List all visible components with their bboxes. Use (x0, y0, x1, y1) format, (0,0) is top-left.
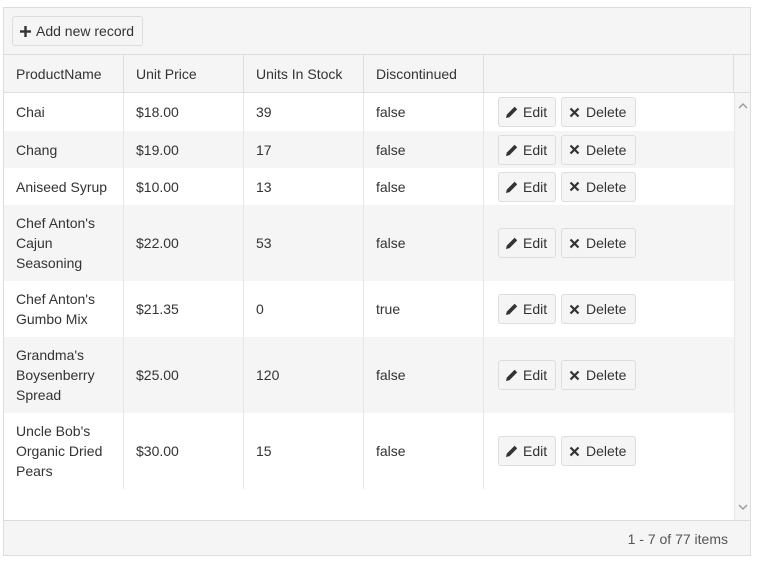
column-header-product-name[interactable]: ProductName (4, 55, 124, 92)
column-header-units-in-stock[interactable]: Units In Stock (244, 55, 364, 92)
edit-button[interactable]: Edit (498, 134, 556, 165)
plus-icon (20, 25, 31, 37)
pencil-icon (506, 106, 518, 118)
edit-label: Edit (523, 367, 548, 383)
cell-units-in-stock: 53 (244, 205, 364, 281)
cell-product-name: Chai (4, 93, 124, 131)
table-row[interactable]: Chef Anton's Cajun Seasoning $22.00 53 f… (4, 205, 734, 281)
pencil-icon (506, 445, 518, 457)
add-new-record-label: Add new record (36, 23, 135, 39)
table-row[interactable]: Grandma's Boysenberry Spread $25.00 120 … (4, 337, 734, 413)
delete-button[interactable]: Delete (561, 97, 636, 127)
table-row[interactable]: Uncle Bob's Organic Dried Pears $30.00 1… (4, 413, 734, 489)
edit-button[interactable]: Edit (498, 436, 556, 466)
cell-units-in-stock: 120 (244, 337, 364, 413)
cell-units-in-stock: 15 (244, 413, 364, 489)
pager-info: 1 - 7 of 77 items (627, 530, 728, 547)
edit-button[interactable]: Edit (498, 228, 556, 258)
pencil-icon (506, 303, 518, 315)
edit-button[interactable]: Edit (498, 171, 556, 202)
delete-label: Delete (586, 178, 627, 195)
delete-button[interactable]: Delete (561, 171, 636, 202)
delete-label: Delete (586, 104, 627, 120)
column-header-label: ProductName (16, 65, 102, 82)
cell-unit-price: $19.00 (124, 131, 244, 168)
products-grid: Add new record ProductName Unit Price Un… (3, 7, 751, 556)
edit-button[interactable]: Edit (498, 360, 556, 390)
edit-button[interactable]: Edit (498, 97, 556, 127)
cell-discontinued: false (364, 93, 484, 131)
cell-unit-price: $25.00 (124, 337, 244, 413)
cell-discontinued: false (364, 168, 484, 205)
cell-product-name: Grandma's Boysenberry Spread (4, 337, 124, 413)
cell-discontinued: false (364, 205, 484, 281)
table-row[interactable]: Aniseed Syrup $10.00 13 false Edit Delet… (4, 168, 734, 205)
delete-label: Delete (586, 301, 627, 317)
close-icon (569, 238, 580, 248)
delete-button[interactable]: Delete (561, 228, 636, 258)
cell-discontinued: false (364, 131, 484, 168)
delete-label: Delete (586, 141, 627, 158)
pencil-icon (506, 144, 518, 156)
column-header-label: Units In Stock (256, 65, 343, 82)
column-header-unit-price[interactable]: Unit Price (124, 55, 244, 92)
column-header-label: Unit Price (136, 65, 197, 82)
cell-product-name: Aniseed Syrup (4, 168, 124, 205)
edit-label: Edit (523, 443, 548, 459)
cell-product-name: Chef Anton's Gumbo Mix (4, 281, 124, 337)
edit-label: Edit (523, 141, 548, 158)
edit-label: Edit (523, 178, 548, 195)
delete-label: Delete (586, 443, 627, 459)
cell-unit-price: $30.00 (124, 413, 244, 489)
cell-unit-price: $10.00 (124, 168, 244, 205)
close-icon (569, 107, 580, 117)
delete-label: Delete (586, 367, 627, 383)
cell-units-in-stock: 17 (244, 131, 364, 168)
grid-content: Chai $18.00 39 false Edit Delete Chang $… (4, 93, 734, 520)
delete-button[interactable]: Delete (561, 134, 636, 165)
cell-units-in-stock: 0 (244, 281, 364, 337)
cell-unit-price: $21.35 (124, 281, 244, 337)
table-row[interactable]: Chang $19.00 17 false Edit Delete (4, 131, 734, 168)
close-icon (569, 304, 580, 314)
grid-header: ProductName Unit Price Units In Stock Di… (4, 55, 750, 93)
close-icon (569, 144, 580, 155)
close-icon (569, 181, 580, 192)
add-new-record-button[interactable]: Add new record (12, 16, 144, 46)
close-icon (569, 370, 580, 380)
cell-unit-price: $18.00 (124, 93, 244, 131)
pencil-icon (506, 369, 518, 381)
table-row[interactable]: Chai $18.00 39 false Edit Delete (4, 93, 734, 131)
edit-button[interactable]: Edit (498, 294, 556, 324)
grid-toolbar: Add new record (4, 8, 750, 55)
column-header-discontinued[interactable]: Discontinued (364, 55, 484, 92)
cell-product-name: Uncle Bob's Organic Dried Pears (4, 413, 124, 489)
edit-label: Edit (523, 235, 548, 251)
delete-button[interactable]: Delete (561, 360, 636, 390)
delete-button[interactable]: Delete (561, 436, 636, 466)
cell-unit-price: $22.00 (124, 205, 244, 281)
table-row[interactable]: Chef Anton's Gumbo Mix $21.35 0 true Edi… (4, 281, 734, 337)
edit-label: Edit (523, 104, 548, 120)
column-header-label: Discontinued (376, 65, 457, 82)
close-icon (569, 446, 580, 456)
cell-product-name: Chang (4, 131, 124, 168)
vertical-scrollbar[interactable] (734, 93, 750, 520)
delete-label: Delete (586, 235, 627, 251)
cell-discontinued: false (364, 337, 484, 413)
cell-product-name: Chef Anton's Cajun Seasoning (4, 205, 124, 281)
cell-units-in-stock: 13 (244, 168, 364, 205)
scroll-down-icon[interactable] (738, 502, 748, 512)
cell-discontinued: true (364, 281, 484, 337)
cell-discontinued: false (364, 413, 484, 489)
pencil-icon (506, 181, 518, 193)
pencil-icon (506, 237, 518, 249)
column-header-commands (484, 55, 734, 92)
edit-label: Edit (523, 301, 548, 317)
cell-units-in-stock: 39 (244, 93, 364, 131)
delete-button[interactable]: Delete (561, 294, 636, 324)
grid-pager: 1 - 7 of 77 items (4, 520, 750, 555)
scroll-up-icon[interactable] (738, 101, 748, 111)
